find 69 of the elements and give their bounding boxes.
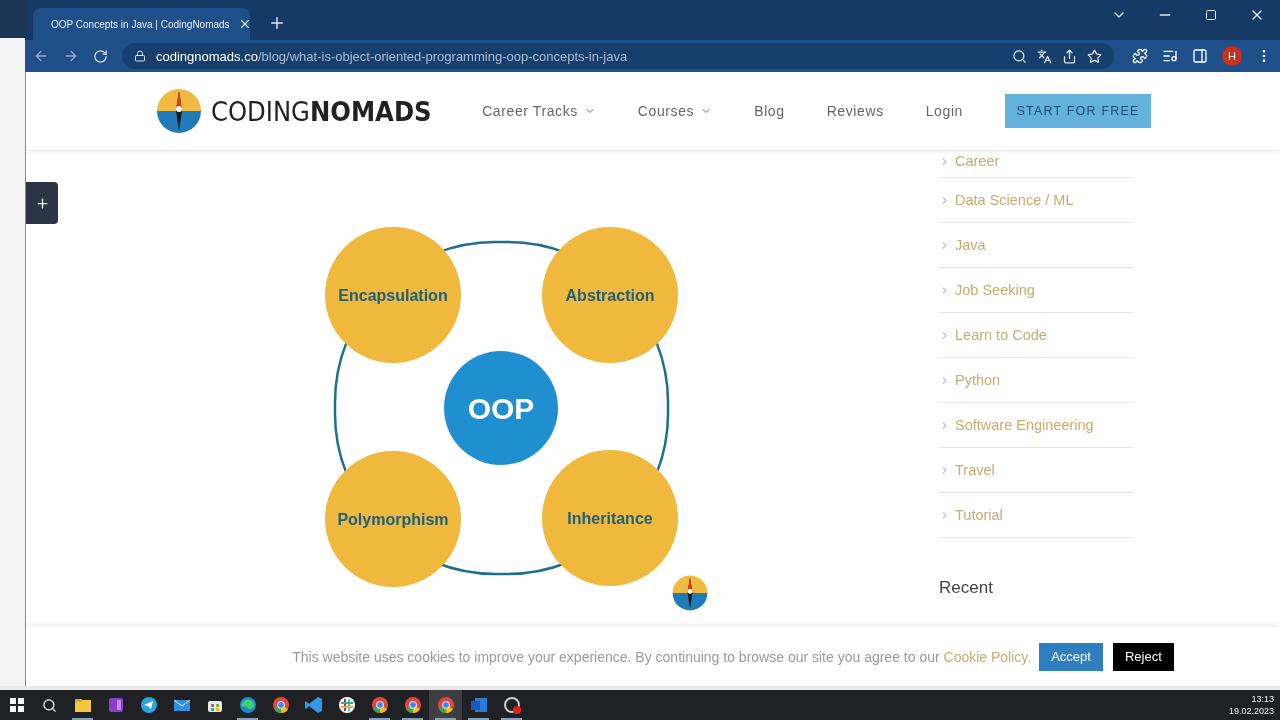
windows-icon (9, 698, 24, 712)
browser-icon (369, 695, 390, 715)
search-icon[interactable] (1012, 48, 1027, 64)
address-bar[interactable]: codingnomads.co/blog/what-is-object-oriented-programming-oop-concepts-in-java (122, 43, 1114, 69)
nav-link[interactable]: Login (925, 103, 963, 119)
search-icon (42, 697, 57, 713)
start-button[interactable]: START FOR FREE (1005, 94, 1151, 128)
running-indicator (72, 718, 93, 720)
concept-label: Encapsulation (338, 287, 448, 304)
browser-icon (402, 695, 423, 715)
category-link[interactable]: Data Science / ML (939, 178, 1133, 223)
tab-title: OOP Concepts in Java | CodingNomads (51, 18, 230, 30)
running-indicator (468, 718, 489, 720)
lock-icon (134, 50, 146, 62)
url-text: codingnomads.co/blog/what-is-object-oriented-programming-oop-concepts-in-java (156, 48, 629, 64)
center-label: OOP (467, 392, 535, 425)
browser-icon (435, 695, 456, 715)
share-icon[interactable] (1062, 48, 1077, 64)
swirl-icon (237, 695, 258, 715)
clock-date: 19.02.2023 (1228, 705, 1274, 717)
category-link[interactable]: Learn to Code (939, 313, 1133, 358)
nav-link[interactable]: Courses (637, 103, 713, 119)
category-link[interactable]: Python (939, 358, 1133, 403)
reject-button[interactable]: Reject (1112, 642, 1174, 671)
concept-label: Polymorphism (337, 511, 449, 528)
logo-icon (155, 87, 203, 135)
concept-label: Abstraction (565, 287, 655, 304)
hash-icon (336, 695, 357, 715)
new-tab-icon[interactable] (268, 14, 286, 32)
expand-button[interactable] (26, 182, 58, 224)
category-link[interactable]: Job Seeking (939, 268, 1133, 313)
star-icon[interactable] (1087, 48, 1102, 64)
category-link[interactable]: Career (939, 150, 1133, 178)
category-link[interactable]: Travel (939, 448, 1133, 493)
nav-link[interactable]: Blog (754, 103, 785, 119)
back-icon[interactable] (33, 48, 49, 64)
forward-icon[interactable] (63, 48, 79, 64)
document-icon (468, 695, 489, 715)
category-link[interactable]: Java (939, 223, 1133, 268)
media-list-icon[interactable] (1162, 48, 1178, 64)
clock-time: 13:13 (1251, 693, 1274, 705)
nav-link[interactable]: Reviews (826, 103, 884, 119)
cookie-policy-link[interactable]: Cookie Policy. (943, 648, 1032, 665)
plus-icon (34, 195, 50, 211)
running-indicator (237, 718, 258, 720)
compass-icon (672, 575, 708, 611)
browser-icon (270, 695, 291, 715)
record-icon (501, 695, 522, 715)
category-link[interactable]: Tutorial (939, 493, 1133, 538)
running-indicator (501, 718, 522, 720)
running-indicator (435, 718, 456, 720)
translate-icon[interactable] (1037, 48, 1052, 64)
profile-avatar[interactable]: H (1222, 46, 1242, 66)
reload-icon[interactable] (93, 48, 108, 64)
running-indicator (402, 718, 423, 720)
code-editor-icon (303, 695, 324, 715)
browser-tab[interactable]: OOP Concepts in Java | CodingNomads (33, 8, 250, 40)
taskbar-app[interactable] (429, 690, 462, 720)
puzzle-icon[interactable] (1132, 48, 1148, 64)
side-panel-icon[interactable] (1192, 48, 1208, 64)
nav-link[interactable]: Career Tracks (482, 103, 596, 119)
running-indicator (369, 718, 390, 720)
paper-plane-icon (138, 695, 159, 715)
category-link[interactable]: Software Engineering (939, 403, 1133, 448)
concept-label: Inheritance (567, 510, 653, 527)
accept-button[interactable]: Accept (1039, 642, 1103, 671)
sidebar-heading: Recent (939, 578, 994, 598)
cookie-notice: This website uses cookies to improve your experience. By continuing to browse our site you agree to our Cookie Policy. (292, 648, 1032, 665)
site-logo[interactable]: CODINGNOMADS (211, 95, 432, 127)
